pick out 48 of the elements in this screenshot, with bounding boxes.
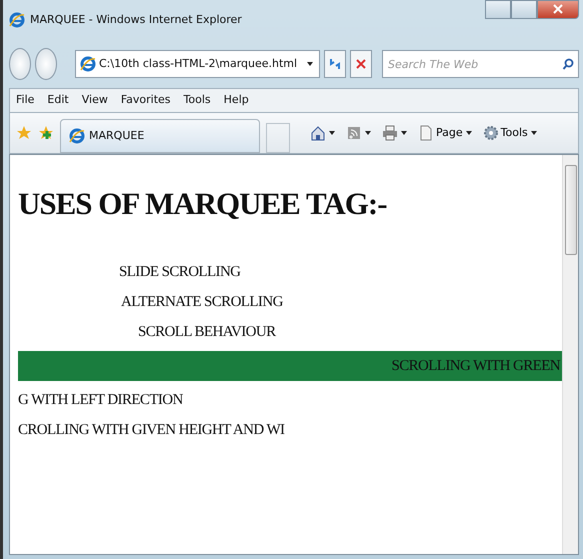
scrollbar-thumb[interactable] bbox=[564, 165, 576, 255]
browser-tab[interactable]: MARQUEE bbox=[60, 119, 260, 153]
menu-item[interactable]: Tools bbox=[184, 92, 211, 109]
dropdown-arrow-icon bbox=[400, 129, 408, 137]
add-star-icon[interactable] bbox=[38, 125, 54, 141]
browser-logo-icon bbox=[69, 128, 85, 144]
home-icon bbox=[310, 125, 326, 141]
search-field[interactable]: Search The Web bbox=[382, 50, 579, 78]
close-icon bbox=[553, 4, 563, 14]
menu-item[interactable]: Help bbox=[224, 92, 249, 109]
marquee-text: SLIDE SCROLLING bbox=[119, 262, 240, 282]
back-button[interactable] bbox=[9, 48, 31, 80]
stop-button[interactable] bbox=[350, 50, 372, 78]
close-button[interactable] bbox=[537, 0, 579, 19]
marquee-text: SCROLLING WITH GREEN bbox=[391, 356, 560, 376]
marquee-text: SCROLL BEHAVIOUR bbox=[138, 322, 276, 342]
menu-item[interactable]: Favorites bbox=[120, 92, 171, 109]
page-heading: USES OF MARQUEE TAG:- bbox=[18, 187, 388, 222]
dropdown-arrow-icon bbox=[364, 129, 372, 137]
search-icon[interactable] bbox=[562, 58, 574, 70]
refresh-arrows-icon bbox=[329, 57, 341, 71]
menu-item[interactable]: Edit bbox=[47, 92, 69, 109]
dropdown-arrow-icon bbox=[464, 129, 473, 137]
marquee-text: CROLLING WITH GIVEN HEIGHT AND WI bbox=[18, 420, 284, 440]
refresh-button[interactable] bbox=[324, 50, 346, 78]
tools-menu-button[interactable]: Tools bbox=[480, 124, 540, 142]
print-button[interactable] bbox=[380, 125, 410, 141]
page-icon bbox=[418, 125, 434, 141]
feed-icon bbox=[346, 125, 362, 141]
dropdown-arrow-icon bbox=[530, 129, 538, 137]
page-menu-button[interactable]: Page bbox=[416, 124, 475, 142]
maximize-button[interactable] bbox=[511, 0, 537, 19]
marquee-text: ALTERNATE SCROLLING bbox=[121, 292, 283, 312]
marquee-text: G WITH LEFT DIRECTION bbox=[18, 390, 183, 410]
star-icon[interactable] bbox=[16, 125, 32, 141]
printer-icon bbox=[382, 125, 398, 141]
gear-icon bbox=[482, 125, 499, 141]
address-field[interactable]: C:\10th class-HTML-2\marquee.html bbox=[75, 50, 320, 78]
forward-button[interactable] bbox=[35, 48, 57, 80]
menu-item[interactable]: File bbox=[16, 92, 34, 109]
dropdown-arrow-icon bbox=[328, 129, 336, 137]
minimize-button[interactable] bbox=[485, 0, 511, 19]
browser-logo-icon bbox=[80, 56, 96, 72]
window-title: MARQUEE - Windows Internet Explorer bbox=[30, 12, 242, 28]
menu-item[interactable]: View bbox=[82, 92, 108, 109]
browser-logo-icon bbox=[9, 12, 25, 28]
close-icon bbox=[355, 58, 367, 70]
scrollbar[interactable] bbox=[562, 155, 578, 554]
